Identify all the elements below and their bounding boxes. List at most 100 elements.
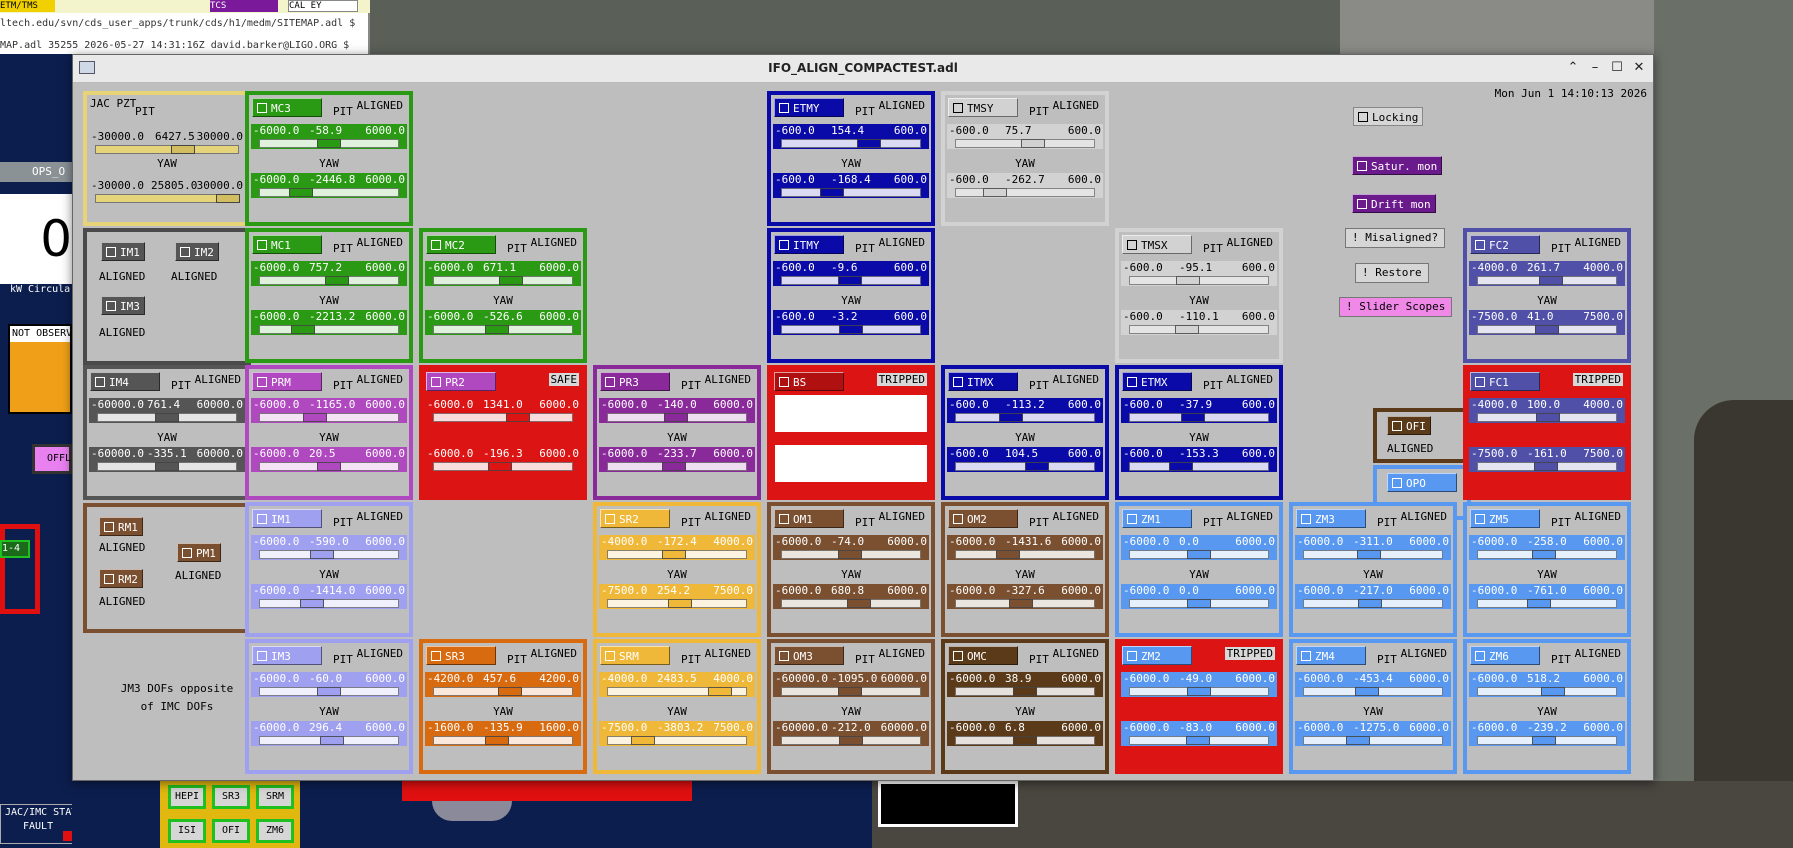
rm2-button[interactable]: RM2 — [99, 569, 143, 588]
mc1-pit-slider[interactable] — [259, 276, 399, 285]
minimize-icon[interactable]: – — [1585, 58, 1605, 78]
slider-thumb[interactable] — [1174, 325, 1199, 334]
im4-yaw-slider[interactable] — [97, 462, 237, 471]
pr3-button[interactable]: PR3 — [600, 372, 670, 391]
jac-pit-slider[interactable] — [95, 145, 239, 154]
opo-button[interactable]: OPO — [1387, 473, 1457, 492]
zm3-pit-slider[interactable] — [1303, 550, 1443, 559]
itmy-pit-slider[interactable] — [781, 276, 921, 285]
slider-thumb[interactable] — [996, 550, 1021, 559]
slider-thumb[interactable] — [839, 736, 863, 745]
omc-button[interactable]: OMC — [948, 646, 1018, 665]
zm1-button[interactable]: ZM1 — [1122, 509, 1192, 528]
zm3-button[interactable]: ZM3 — [1296, 509, 1366, 528]
zm3-yaw-slider[interactable] — [1303, 599, 1443, 608]
slider-thumb[interactable] — [1187, 687, 1211, 696]
slider-thumb[interactable] — [317, 687, 341, 696]
om1-button[interactable]: OM1 — [774, 509, 844, 528]
zm6-pit-slider[interactable] — [1477, 687, 1617, 696]
zm5-pit-slider[interactable] — [1477, 550, 1617, 559]
tmsx-yaw-slider[interactable] — [1129, 325, 1269, 334]
slider-thumb[interactable] — [216, 194, 241, 203]
slider-thumb[interactable] — [837, 276, 862, 285]
slider-thumb[interactable] — [839, 325, 863, 334]
pr2-button[interactable]: PR2 — [426, 372, 496, 391]
slider-thumb[interactable] — [317, 462, 341, 471]
zm5-button[interactable]: ZM5 — [1470, 509, 1540, 528]
slider-thumb[interactable] — [1013, 736, 1037, 745]
slider-thumb[interactable] — [1355, 687, 1380, 696]
prm-pit-slider[interactable] — [259, 413, 399, 422]
om2-yaw-slider[interactable] — [955, 599, 1095, 608]
prm-yaw-slider[interactable] — [259, 462, 399, 471]
slider-thumb[interactable] — [667, 599, 692, 608]
title-bar[interactable]: IFO_ALIGN_COMPACTEST.adl ⌃ – ☐ ✕ — [73, 55, 1653, 83]
mc2-yaw-slider[interactable] — [433, 325, 573, 334]
im1-button[interactable]: IM1 — [101, 242, 145, 261]
srm-yaw-slider[interactable] — [607, 736, 747, 745]
im4-button[interactable]: IM4 — [90, 372, 160, 391]
slider-thumb[interactable] — [497, 687, 522, 696]
etmy-pit-slider[interactable] — [781, 139, 921, 148]
slider-thumb[interactable] — [1532, 550, 1557, 559]
satur-mon-button[interactable]: Satur. mon — [1352, 156, 1443, 175]
mc3-pit-slider[interactable] — [259, 139, 399, 148]
slider-thumb[interactable] — [1169, 462, 1194, 471]
slider-thumb[interactable] — [1008, 599, 1033, 608]
slider-thumb[interactable] — [289, 188, 314, 197]
misaligned-button[interactable]: ! Misaligned? — [1345, 228, 1446, 248]
slider-thumb[interactable] — [170, 145, 195, 154]
slider-thumb[interactable] — [1539, 276, 1564, 285]
slider-thumb[interactable] — [485, 325, 510, 334]
mc3-yaw-slider[interactable] — [259, 188, 399, 197]
medm-window[interactable]: IFO_ALIGN_COMPACTEST.adl ⌃ – ☐ ✕ Mon Jun… — [72, 54, 1654, 781]
jac-yaw-slider[interactable] — [95, 194, 241, 203]
im1-yaw-slider[interactable] — [259, 599, 399, 608]
fc1-button[interactable]: FC1 — [1470, 372, 1540, 391]
slider-thumb[interactable] — [1187, 599, 1211, 608]
im2-button[interactable]: IM2 — [175, 242, 219, 261]
slider-thumb[interactable] — [1021, 139, 1046, 148]
slider-thumb[interactable] — [837, 687, 862, 696]
slider-thumb[interactable] — [485, 736, 510, 745]
srm-button[interactable]: SRM — [600, 646, 670, 665]
fc1-yaw-slider[interactable] — [1477, 462, 1617, 471]
slider-thumb[interactable] — [837, 550, 862, 559]
tmsy-yaw-slider[interactable] — [955, 188, 1095, 197]
slider-thumb[interactable] — [1532, 736, 1557, 745]
slider-thumb[interactable] — [499, 276, 524, 285]
omc-yaw-slider[interactable] — [955, 736, 1095, 745]
slider-thumb[interactable] — [1187, 550, 1211, 559]
im3-pit-slider[interactable] — [259, 687, 399, 696]
im4-pit-slider[interactable] — [97, 413, 237, 422]
slider-thumb[interactable] — [488, 462, 513, 471]
slider-thumb[interactable] — [707, 687, 732, 696]
im3-yaw-slider[interactable] — [259, 736, 399, 745]
sr2-pit-slider[interactable] — [607, 550, 747, 559]
mc3-button[interactable]: MC3 — [252, 98, 322, 117]
slider-thumb[interactable] — [325, 276, 350, 285]
zm6-yaw-slider[interactable] — [1477, 736, 1617, 745]
slider-thumb[interactable] — [300, 599, 325, 608]
slider-thumb[interactable] — [1526, 599, 1551, 608]
fc1-pit-slider[interactable] — [1477, 413, 1617, 422]
itmy-yaw-slider[interactable] — [781, 325, 921, 334]
im1-pit-slider[interactable] — [259, 550, 399, 559]
sr2-yaw-slider[interactable] — [607, 599, 747, 608]
sr3-yaw-slider[interactable] — [433, 736, 573, 745]
slider-thumb[interactable] — [662, 462, 687, 471]
slider-thumb[interactable] — [819, 188, 844, 197]
zm4-yaw-slider[interactable] — [1303, 736, 1443, 745]
mc1-button[interactable]: MC1 — [252, 235, 322, 254]
sr3-button[interactable]: SR3 — [426, 646, 496, 665]
slider-thumb[interactable] — [1175, 276, 1200, 285]
bs-button[interactable]: BS — [774, 372, 844, 391]
tmsy-pit-slider[interactable] — [955, 139, 1095, 148]
etmx-yaw-slider[interactable] — [1129, 462, 1269, 471]
sr2-button[interactable]: SR2 — [600, 509, 670, 528]
mc1-yaw-slider[interactable] — [259, 325, 399, 334]
slider-thumb[interactable] — [662, 550, 687, 559]
fc2-yaw-slider[interactable] — [1477, 325, 1617, 334]
fc2-button[interactable]: FC2 — [1470, 235, 1540, 254]
tmsx-button[interactable]: TMSX — [1122, 235, 1192, 254]
